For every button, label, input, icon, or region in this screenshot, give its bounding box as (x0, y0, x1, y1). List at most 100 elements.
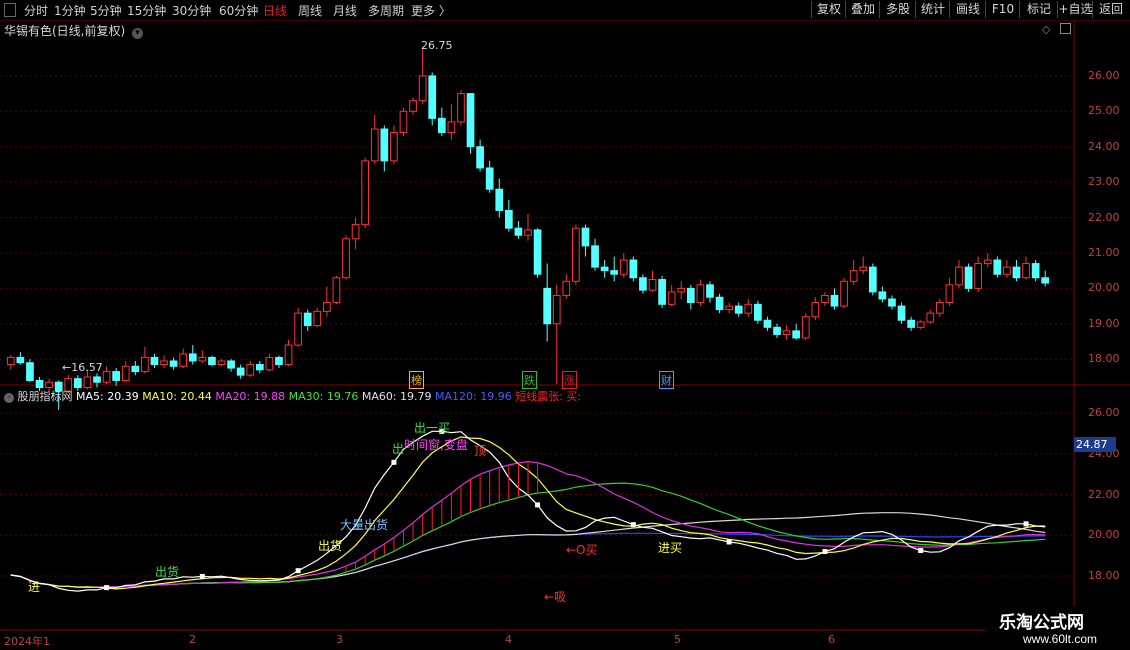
candle (792, 323, 801, 340)
candle (763, 316, 772, 331)
candle (294, 307, 302, 347)
legend-item: MA60: 19.79 (361, 390, 436, 403)
price-tick-label: 25.00 (1088, 104, 1120, 118)
candle (102, 366, 111, 384)
period-tab[interactable]: 5分钟 (90, 2, 122, 19)
diamond-icon[interactable]: ◇ (1042, 23, 1050, 36)
candle (399, 107, 408, 137)
signal-label: 出货 (318, 539, 343, 553)
toolbar-button[interactable]: +自选 (1057, 1, 1093, 18)
indicator-tick-label: 18.00 (1088, 569, 1120, 582)
event-marker[interactable]: 跌 (522, 371, 537, 389)
period-tab[interactable]: 60分钟 (219, 2, 258, 19)
candle (236, 364, 245, 379)
signal-label: 进 (28, 580, 41, 594)
price-tick-label: 20.00 (1088, 281, 1120, 295)
period-tab[interactable]: 30分钟 (172, 2, 211, 19)
candle (821, 291, 829, 307)
indicator-name: 股朋指标网 (17, 390, 73, 403)
candle (543, 263, 552, 342)
event-marker[interactable]: 涨 (562, 371, 577, 389)
low-annotation: ←16.57 (62, 361, 103, 374)
candle (1022, 256, 1030, 280)
candle (801, 313, 810, 340)
period-tab[interactable]: 月线 (333, 2, 357, 19)
toolbar-button[interactable]: 复权 (811, 1, 846, 18)
candle (447, 104, 456, 140)
toolbar-button[interactable]: 画线 (949, 1, 986, 18)
candle (677, 281, 686, 299)
toolbar-button[interactable]: 叠加 (845, 1, 880, 18)
ma-marker (1023, 521, 1029, 527)
candle (715, 293, 724, 314)
candle (6, 354, 15, 370)
price-tick-label: 26.00 (1088, 68, 1120, 82)
candle (418, 49, 427, 105)
candle (255, 360, 264, 374)
candle (476, 139, 484, 172)
period-tab[interactable]: 更多 〉 (411, 2, 451, 19)
legend-item: MA20: 19.88 (215, 390, 289, 403)
candle (121, 360, 130, 383)
candle (1041, 270, 1050, 287)
toolbar-button[interactable]: 统计 (915, 1, 950, 18)
toolbar-button[interactable]: 标记 (1019, 1, 1058, 18)
period-tab[interactable]: 分时 (24, 2, 48, 19)
legend-item: MA5: 20.39 (76, 390, 143, 403)
candle (581, 224, 590, 257)
candle (141, 346, 149, 374)
ma-marker (295, 568, 301, 574)
candle (936, 299, 944, 317)
date-tick-label: 2024年1 (4, 635, 50, 648)
chart-canvas[interactable] (0, 20, 1130, 650)
candle (1012, 260, 1021, 282)
price-tick-label: 23.00 (1088, 175, 1120, 189)
candle (849, 260, 858, 285)
candle (868, 263, 877, 296)
candle (390, 125, 398, 165)
grid-lines (0, 20, 1130, 631)
candle (964, 263, 973, 292)
signal-label: 出 (392, 442, 405, 456)
candle (955, 260, 963, 289)
price-tick-label: 18.00 (1088, 352, 1120, 366)
candle (351, 217, 360, 250)
candle (706, 281, 714, 303)
watermark-url: www.60lt.com (1023, 632, 1098, 646)
period-tab[interactable]: 日线 (263, 2, 287, 19)
event-marker[interactable]: 榜 (409, 371, 424, 389)
candle (313, 307, 322, 328)
settings-icon[interactable]: ◦ (4, 393, 14, 403)
candle (572, 224, 580, 285)
indicator-legend: ◦ 股朋指标网 MA5: 20.39 MA10: 20.44 MA20: 19.… (4, 388, 581, 404)
date-tick-label: 2 (189, 633, 196, 646)
period-tab[interactable]: 多周期 (368, 2, 404, 19)
window-icon[interactable] (1060, 23, 1071, 34)
ma-marker (630, 522, 636, 528)
legend-item: MA120: 19.96 (435, 390, 516, 403)
period-tab[interactable]: 1分钟 (54, 2, 86, 19)
ma-marker (104, 585, 110, 591)
event-marker[interactable]: 财 (659, 371, 674, 389)
candle (782, 325, 791, 340)
candle (514, 221, 523, 239)
period-tab[interactable]: 15分钟 (127, 2, 166, 19)
candle (639, 274, 647, 294)
candle (830, 288, 839, 310)
candle (926, 309, 935, 324)
candle (16, 352, 25, 365)
signal-label: 时间窗,变盘 (404, 438, 468, 452)
toolbar-button[interactable]: F10 (985, 1, 1020, 18)
candle (667, 284, 676, 307)
candle (878, 286, 887, 303)
candle (686, 284, 695, 310)
period-tab[interactable]: 周线 (298, 2, 322, 19)
toolbar-button[interactable]: 返回 (1092, 1, 1129, 18)
legend-item: MA30: 19.76 (288, 390, 362, 403)
candle (265, 353, 274, 372)
candle (361, 157, 370, 229)
candle (591, 238, 599, 271)
price-tick-label: 21.00 (1088, 245, 1120, 259)
toolbar-button[interactable]: 多股 (879, 1, 916, 18)
menu-icon[interactable] (4, 3, 16, 17)
